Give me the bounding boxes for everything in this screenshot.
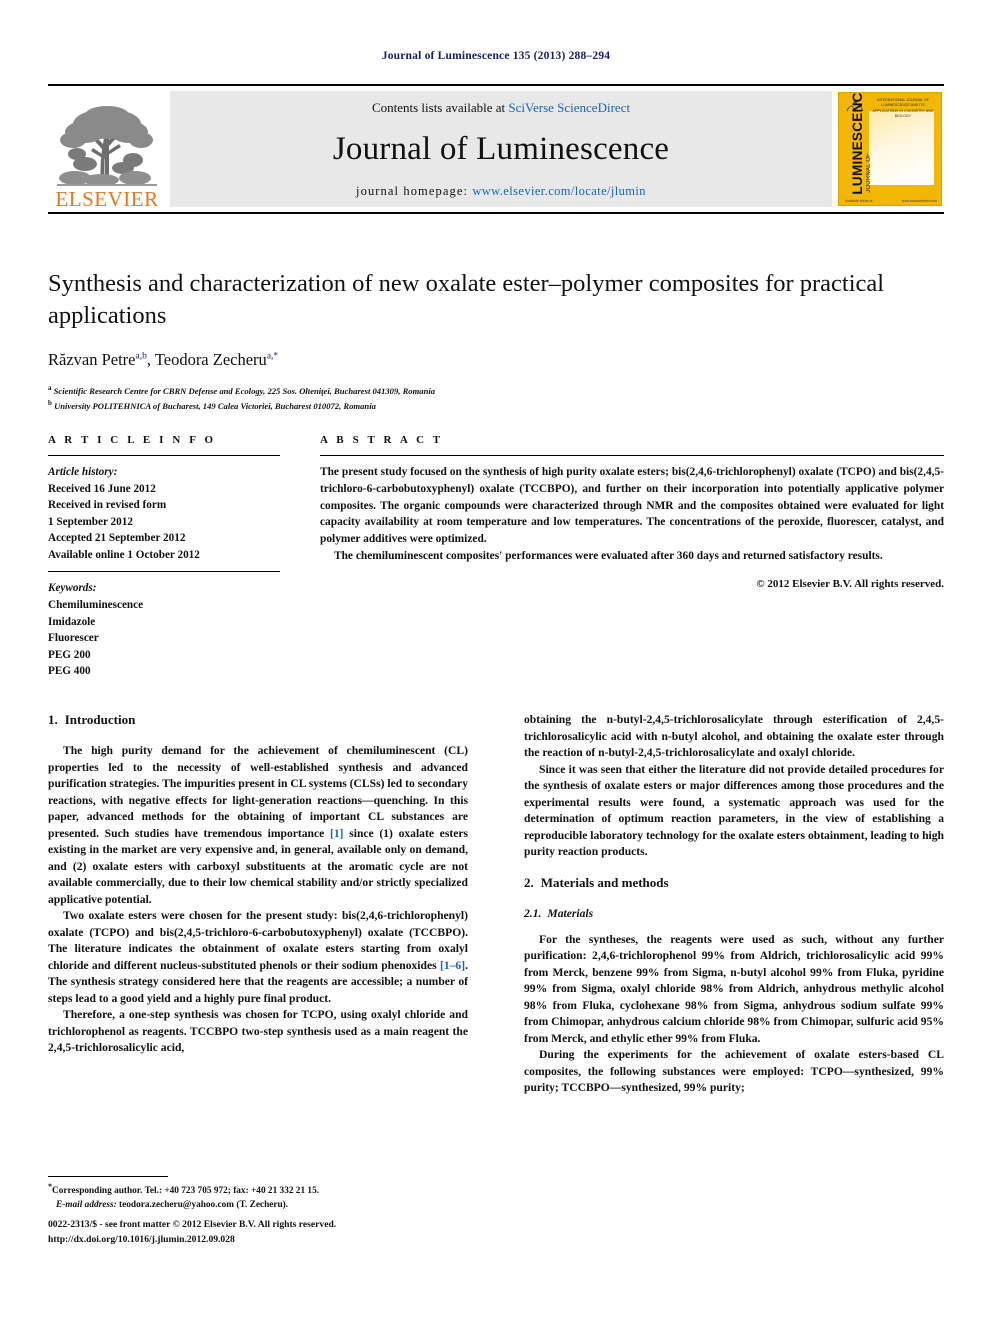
abstract-heading: A B S T R A C T (320, 434, 444, 446)
corresponding-author-footnote: *Corresponding author. Tel.: +40 723 705… (48, 1176, 468, 1213)
journal-homepage-line: journal homepage: www.elsevier.com/locat… (356, 184, 646, 199)
introduction-text: The high purity demand for the achieveme… (48, 743, 468, 1057)
paragraph: The high purity demand for the achieveme… (48, 744, 468, 906)
journal-title: Journal of Luminescence (332, 130, 670, 167)
affiliation-text: Scientific Research Centre for CBRN Defe… (53, 385, 436, 396)
contents-prefix: Contents lists available at (371, 99, 509, 115)
divider (48, 455, 280, 456)
email-label: E-mail address: (56, 1200, 117, 1211)
author-affil-marks: a,* (266, 351, 279, 362)
contents-available-line: Contents lists available at SciVerse Sci… (372, 100, 630, 116)
subsection-heading-materials: 2.1. Materials (524, 907, 944, 920)
author-name[interactable]: Teodora Zecheru (155, 350, 267, 369)
running-head: Journal of Luminescence 135 (2013) 288–2… (381, 50, 611, 62)
abstract-body: The present study focused on the synthes… (320, 464, 944, 592)
journal-cover-thumbnail: INTERNATIONAL JOURNAL OF LUMINESCENCE AN… (838, 92, 942, 206)
author-affil-marks: a,b (135, 351, 147, 362)
article-info-heading: A R T I C L E I N F O (48, 434, 217, 446)
abstract-paragraph: The present study focused on the synthes… (320, 466, 944, 546)
section-heading-introduction: 1. Introduction (48, 712, 468, 728)
sciencedirect-link[interactable]: SciVerse ScienceDirect (508, 100, 630, 115)
keywords-block: Keywords: Chemiluminescence Imidazole Fl… (48, 580, 280, 679)
cover-footer-left: Available online at (845, 199, 873, 203)
affiliation-text: University POLITEHNICA of Bucharest, 149… (54, 400, 376, 411)
section-number: 1. (48, 712, 58, 727)
history-item: Accepted 21 September 2012 (48, 532, 186, 545)
keyword-item: Fluorescer (48, 632, 99, 645)
author-name[interactable]: Răzvan Petre (48, 350, 136, 369)
keywords-label: Keywords: (48, 582, 97, 595)
page-footer: 0022-2313/$ - see front matter © 2012 El… (48, 1218, 548, 1248)
affiliation-mark: b (48, 398, 52, 407)
paragraph: Since it was seen that either the litera… (524, 762, 944, 859)
author-list: Răzvan Petrea,b, Teodora Zecherua,* (48, 350, 944, 370)
paragraph: Therefore, a one-step synthesis was chos… (48, 1008, 468, 1055)
page-title: Synthesis and characterization of new ox… (48, 270, 885, 329)
elsevier-tree-icon (57, 106, 157, 186)
section-title: Materials and methods (540, 874, 669, 890)
footnote-email-line: E-mail address: teodora.zecheru@yahoo.co… (48, 1199, 468, 1213)
keyword-item: PEG 400 (48, 665, 91, 678)
body-column-right: obtaining the n-butyl-2,4,5-trichlorosal… (524, 712, 944, 1097)
footnote-corresponding-line: *Corresponding author. Tel.: +40 723 705… (48, 1181, 468, 1199)
abstract-copyright: © 2012 Elsevier B.V. All rights reserved… (756, 577, 944, 590)
paragraph: Two oxalate esters were chosen for the p… (48, 909, 468, 1005)
article-body: 1. Introduction The high purity demand fo… (48, 712, 944, 1097)
affiliation-mark: a (48, 383, 52, 392)
cover-header-text: INTERNATIONAL JOURNAL OF LUMINESCENCE AN… (872, 98, 934, 119)
cover-footer: Available online at www.sciencedirect.co… (845, 199, 937, 203)
materials-text: For the syntheses, the reagents were use… (524, 932, 944, 1097)
elsevier-wordmark: ELSEVIER (55, 187, 159, 211)
abstract-column: A B S T R A C T The present study focuse… (320, 434, 944, 680)
footnote-text: *Corresponding author. Tel.: +40 723 705… (48, 1181, 468, 1213)
author-separator: , (146, 349, 155, 369)
paragraph: During the experiments for the achieveme… (524, 1048, 944, 1095)
article-history-block: Article history: Received 16 June 2012 R… (48, 464, 280, 563)
homepage-label: journal homepage: (356, 183, 473, 198)
keyword-item: PEG 200 (48, 648, 91, 661)
email-address[interactable]: teodora.zecheru@yahoo.com (T. Zecheru). (119, 1200, 288, 1210)
abstract-paragraph: The chemiluminescent composites' perform… (334, 549, 883, 562)
subsection-number: 2.1. (524, 906, 542, 920)
history-item: Received 16 June 2012 (48, 482, 156, 495)
title-block: Synthesis and characterization of new ox… (48, 268, 944, 413)
affiliation-item: b University POLITEHNICA of Bucharest, 1… (48, 398, 944, 413)
info-abstract-row: A R T I C L E I N F O Article history: R… (48, 434, 944, 680)
section-number: 2. (524, 874, 534, 890)
subsection-title: Materials (547, 906, 594, 920)
keyword-item: Chemiluminescence (48, 599, 144, 612)
cover-vertical-title: LUMINESCENCE (850, 92, 865, 195)
paragraph: For the syntheses, the reagents were use… (524, 932, 944, 1045)
paper-page: Journal of Luminescence 135 (2013) 288–2… (0, 0, 992, 1323)
front-matter-line: 0022-2313/$ - see front matter © 2012 El… (48, 1219, 337, 1230)
divider (320, 455, 944, 456)
homepage-url-link[interactable]: www.elsevier.com/locate/jlumin (472, 184, 646, 198)
affiliation-item: a Scientific Research Centre for CBRN De… (48, 383, 944, 398)
keyword-item: Imidazole (48, 615, 96, 628)
history-item: Received in revised form (48, 499, 167, 512)
section-heading-materials-methods: 2. Materials and methods (524, 875, 944, 891)
doi-link[interactable]: http://dx.doi.org/10.1016/j.jlumin.2012.… (48, 1233, 548, 1248)
section-title: Introduction (64, 712, 136, 727)
cover-vertical-subtitle: JOURNAL OF (866, 153, 872, 193)
footnote-rule (48, 1176, 168, 1177)
journal-masthead: ELSEVIER Contents lists available at Sci… (48, 84, 944, 214)
article-history-label: Article history: (48, 466, 118, 478)
introduction-continued-text: obtaining the n-butyl-2,4,5-trichlorosal… (524, 712, 944, 861)
citation-link[interactable]: [1] (330, 827, 344, 840)
divider (48, 571, 280, 573)
history-item: 1 September 2012 (48, 515, 133, 528)
affiliation-list: a Scientific Research Centre for CBRN De… (48, 383, 944, 413)
history-item: Available online 1 October 2012 (48, 548, 200, 561)
body-column-left: 1. Introduction The high purity demand fo… (48, 712, 468, 1097)
cover-footer-right: www.sciencedirect.com (901, 199, 937, 203)
paragraph: obtaining the n-butyl-2,4,5-trichlorosal… (524, 713, 944, 760)
masthead-center: Contents lists available at SciVerse Sci… (170, 91, 832, 207)
citation-link[interactable]: [1–6] (440, 959, 465, 972)
elsevier-logo: ELSEVIER (48, 86, 166, 212)
cover-gradient-panel (869, 111, 934, 185)
footnote-corresponding: Corresponding author. Tel.: +40 723 705 … (52, 1186, 320, 1197)
article-info-column: A R T I C L E I N F O Article history: R… (48, 434, 280, 680)
